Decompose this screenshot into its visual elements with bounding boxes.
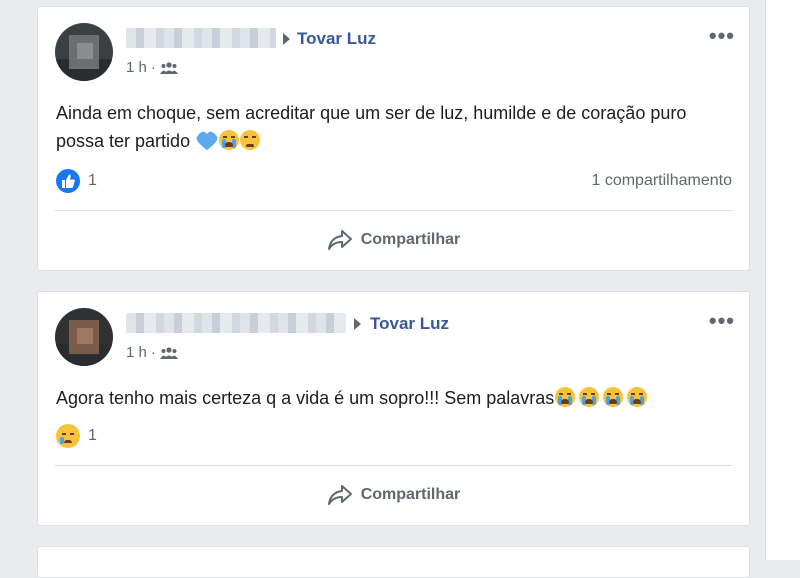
group-icon <box>159 346 178 359</box>
post-text-content: Ainda em choque, sem acreditar que um se… <box>56 103 687 151</box>
author-name-blurred[interactable] <box>126 28 276 48</box>
share-arrow-icon <box>327 230 352 250</box>
more-options-icon[interactable]: ••• <box>709 25 735 47</box>
group-icon <box>159 61 178 74</box>
loudly-crying-face-icon <box>603 387 624 407</box>
divider <box>55 465 732 466</box>
loudly-crying-face-icon <box>219 130 240 150</box>
post-card <box>37 546 750 578</box>
avatar[interactable] <box>55 23 113 81</box>
loudly-crying-face-icon <box>579 387 600 407</box>
meta-separator: · <box>150 59 156 76</box>
share-arrow-icon <box>327 485 352 505</box>
sad-reaction-icon <box>56 424 80 448</box>
reactions-summary[interactable]: 1 <box>56 424 97 448</box>
post-card: Tovar Luz 1 h · ••• Ainda em choque, sem… <box>37 6 750 271</box>
loudly-crying-face-icon <box>555 387 576 407</box>
post-time[interactable]: 1 h <box>126 59 147 76</box>
blue-heart-icon <box>196 131 219 151</box>
reaction-count: 1 <box>88 427 97 444</box>
share-label: Compartilhar <box>360 231 461 248</box>
sad-face-icon <box>240 130 261 150</box>
loudly-crying-face-icon <box>627 387 648 407</box>
group-link[interactable]: Tovar Luz <box>370 314 449 334</box>
share-button[interactable]: Compartilhar <box>38 229 749 251</box>
post-text: Agora tenho mais certeza q a vida é um s… <box>56 384 736 412</box>
shares-count[interactable]: 1 compartilhamento <box>591 172 732 190</box>
arrow-right-icon <box>283 33 290 45</box>
post-meta: 1 h · <box>126 344 178 361</box>
post-card: Tovar Luz 1 h · ••• Agora tenho mais cer… <box>37 291 750 526</box>
post-meta: 1 h · <box>126 59 178 76</box>
reactions-summary[interactable]: 1 <box>56 169 97 193</box>
meta-separator: · <box>150 344 156 361</box>
post-text: Ainda em choque, sem acreditar que um se… <box>56 99 736 155</box>
more-options-icon[interactable]: ••• <box>709 310 735 332</box>
arrow-right-icon <box>354 318 361 330</box>
avatar[interactable] <box>55 308 113 366</box>
divider <box>55 210 732 211</box>
post-text-content: Agora tenho mais certeza q a vida é um s… <box>56 388 555 408</box>
post-time[interactable]: 1 h <box>126 344 147 361</box>
author-name-blurred[interactable] <box>126 313 346 333</box>
right-scroll-area <box>765 0 800 560</box>
group-link[interactable]: Tovar Luz <box>297 29 376 49</box>
share-button[interactable]: Compartilhar <box>38 484 749 506</box>
like-icon <box>56 169 80 193</box>
share-label: Compartilhar <box>360 486 461 503</box>
reaction-count: 1 <box>88 172 97 189</box>
